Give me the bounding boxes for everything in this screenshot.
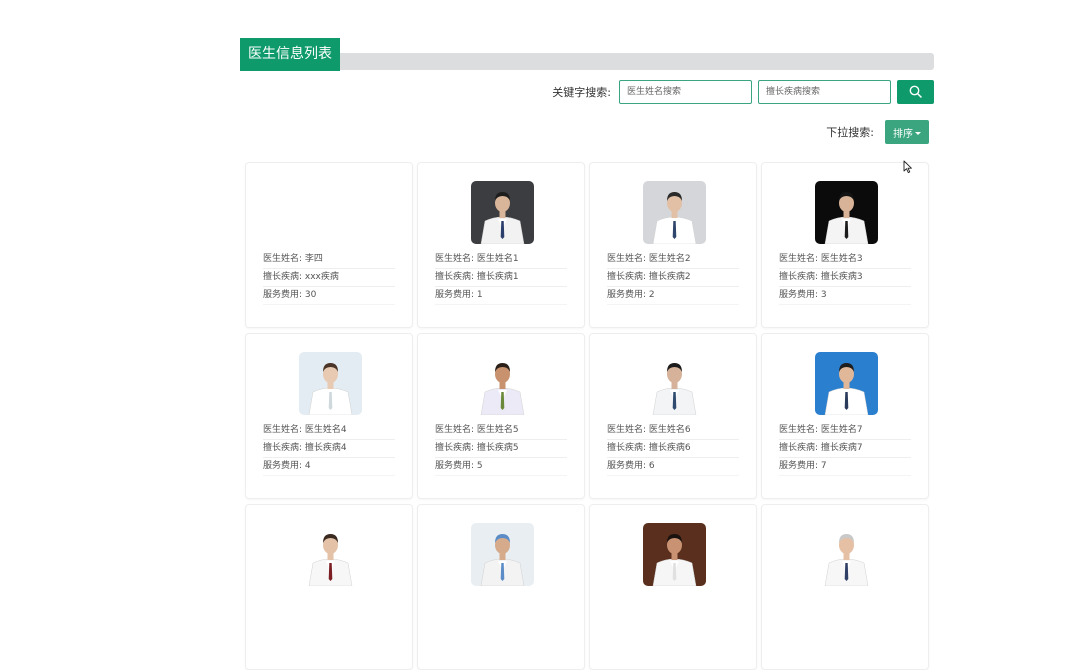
doctor-fee: 服务费用: 5	[435, 458, 567, 476]
doctor-card[interactable]: 医生姓名: 医生姓名2 擅长疾病: 擅长疾病2 服务费用: 2	[589, 162, 757, 328]
doctor-specialty: 擅长疾病: 擅长疾病7	[779, 440, 911, 458]
doctor-specialty: 擅长疾病: xxx疾病	[263, 269, 395, 287]
doctor-fee: 服务费用: 3	[779, 287, 911, 305]
doctor-name: 医生姓名: 医生姓名2	[607, 251, 739, 269]
doctor-card[interactable]: 医生姓名: 医生姓名4 擅长疾病: 擅长疾病4 服务费用: 4	[245, 333, 413, 499]
doctor-photo-empty	[299, 181, 362, 244]
doctor-info: 医生姓名: 医生姓名3 擅长疾病: 擅长疾病3 服务费用: 3	[779, 251, 911, 305]
doctor-photo	[299, 523, 362, 586]
doctor-photo	[471, 352, 534, 415]
doctor-photo	[299, 352, 362, 415]
sort-label: 排序	[893, 128, 913, 140]
doctor-card-grid: 医生姓名: 李四 擅长疾病: xxx疾病 服务费用: 30 医生姓名: 医生姓名1 擅长…	[245, 162, 933, 670]
doctor-name: 医生姓名: 医生姓名1	[435, 251, 567, 269]
doctor-photo	[815, 523, 878, 586]
dropdown-search-label: 下拉搜索:	[826, 126, 874, 139]
search-button[interactable]	[897, 80, 934, 104]
doctor-fee: 服务费用: 7	[779, 458, 911, 476]
doctor-info: 医生姓名: 医生姓名1 擅长疾病: 擅长疾病1 服务费用: 1	[435, 251, 567, 305]
doctor-name: 医生姓名: 医生姓名3	[779, 251, 911, 269]
doctor-photo	[643, 523, 706, 586]
doctor-fee: 服务费用: 4	[263, 458, 395, 476]
doctor-photo	[471, 181, 534, 244]
search-bar: 关键字搜索:	[552, 80, 934, 104]
page-title: 医生信息列表	[240, 38, 340, 71]
caret-down-icon	[915, 132, 921, 135]
doctor-card[interactable]	[589, 504, 757, 670]
doctor-photo	[815, 352, 878, 415]
doctor-specialty: 擅长疾病: 擅长疾病5	[435, 440, 567, 458]
doctor-specialty: 擅长疾病: 擅长疾病4	[263, 440, 395, 458]
doctor-card[interactable]: 医生姓名: 医生姓名5 擅长疾病: 擅长疾病5 服务费用: 5	[417, 333, 585, 499]
doctor-photo	[643, 181, 706, 244]
keyword-search-label: 关键字搜索:	[552, 86, 611, 99]
doctor-specialty: 擅长疾病: 擅长疾病1	[435, 269, 567, 287]
doctor-photo	[815, 181, 878, 244]
doctor-card[interactable]: 医生姓名: 医生姓名6 擅长疾病: 擅长疾病6 服务费用: 6	[589, 333, 757, 499]
doctor-specialty: 擅长疾病: 擅长疾病6	[607, 440, 739, 458]
doctor-name-search-input[interactable]	[619, 80, 752, 104]
doctor-photo	[643, 352, 706, 415]
doctor-card[interactable]	[417, 504, 585, 670]
doctor-info: 医生姓名: 医生姓名2 擅长疾病: 擅长疾病2 服务费用: 2	[607, 251, 739, 305]
doctor-specialty: 擅长疾病: 擅长疾病2	[607, 269, 739, 287]
doctor-card[interactable]	[761, 504, 929, 670]
doctor-info: 医生姓名: 医生姓名4 擅长疾病: 擅长疾病4 服务费用: 4	[263, 422, 395, 476]
doctor-card[interactable]: 医生姓名: 李四 擅长疾病: xxx疾病 服务费用: 30	[245, 162, 413, 328]
doctor-info: 医生姓名: 医生姓名5 擅长疾病: 擅长疾病5 服务费用: 5	[435, 422, 567, 476]
doctor-info: 医生姓名: 李四 擅长疾病: xxx疾病 服务费用: 30	[263, 251, 395, 305]
doctor-photo	[471, 523, 534, 586]
doctor-name: 医生姓名: 李四	[263, 251, 395, 269]
doctor-info: 医生姓名: 医生姓名6 擅长疾病: 擅长疾病6 服务费用: 6	[607, 422, 739, 476]
doctor-card[interactable]	[245, 504, 413, 670]
doctor-fee: 服务费用: 30	[263, 287, 395, 305]
doctor-name: 医生姓名: 医生姓名5	[435, 422, 567, 440]
doctor-name: 医生姓名: 医生姓名6	[607, 422, 739, 440]
doctor-specialty: 擅长疾病: 擅长疾病3	[779, 269, 911, 287]
disease-search-input[interactable]	[758, 80, 891, 104]
doctor-card[interactable]: 医生姓名: 医生姓名1 擅长疾病: 擅长疾病1 服务费用: 1	[417, 162, 585, 328]
doctor-card[interactable]: 医生姓名: 医生姓名7 擅长疾病: 擅长疾病7 服务费用: 7	[761, 333, 929, 499]
doctor-info: 医生姓名: 医生姓名7 擅长疾病: 擅长疾病7 服务费用: 7	[779, 422, 911, 476]
doctor-name: 医生姓名: 医生姓名4	[263, 422, 395, 440]
header-bar	[240, 53, 934, 70]
dropdown-search: 下拉搜索: 排序	[826, 120, 929, 144]
doctor-fee: 服务费用: 1	[435, 287, 567, 305]
sort-dropdown-button[interactable]: 排序	[885, 120, 929, 144]
doctor-fee: 服务费用: 6	[607, 458, 739, 476]
doctor-card[interactable]: 医生姓名: 医生姓名3 擅长疾病: 擅长疾病3 服务费用: 3	[761, 162, 929, 328]
doctor-name: 医生姓名: 医生姓名7	[779, 422, 911, 440]
mouse-cursor-icon	[903, 160, 912, 174]
doctor-fee: 服务费用: 2	[607, 287, 739, 305]
search-icon	[909, 85, 922, 98]
page-header: 医生信息列表	[240, 38, 934, 71]
